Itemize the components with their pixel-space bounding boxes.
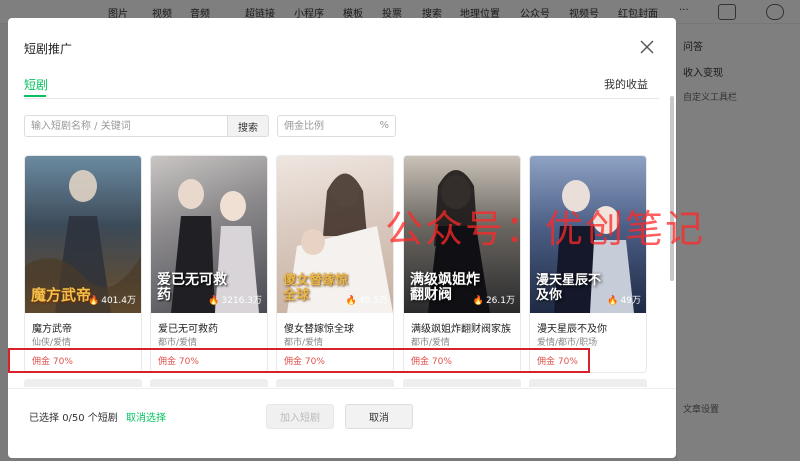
drama-poster: 傻女替嫁惊全球 🔥 49.5万 [277, 156, 393, 313]
next-row-card [529, 379, 647, 387]
drama-genre: 都市/爱情 [411, 338, 451, 348]
selected-count: 0/50 [62, 413, 85, 424]
drama-poster: 魔方武帝 🔥 401.4万 [25, 156, 141, 313]
drama-card[interactable]: 满级飒姐炸翻财阀 🔥 26.1万 满级飒姐炸翻财阀家族 都市/爱情 佣金 70% [403, 155, 521, 373]
tab-active-indicator [24, 95, 46, 97]
views-count: 🔥 26.1万 [472, 296, 515, 306]
footer-divider [8, 388, 676, 389]
tab-drama[interactable]: 短剧 [24, 76, 48, 93]
drama-name: 爱已无可救药 [158, 324, 218, 335]
views-count: 🔥 49万 [607, 296, 641, 306]
drama-card[interactable]: 爱已无可救药 🔥 3216.3万 爱已无可救药 都市/爱情 佣金 70% [150, 155, 268, 373]
cancel-selection-link[interactable]: 取消选择 [126, 409, 166, 424]
drama-card[interactable]: 漫天星辰不及你 🔥 49万 漫天星辰不及你 爱情/都市/职场 佣金 70% [529, 155, 647, 373]
close-icon[interactable] [638, 38, 656, 56]
drama-poster: 爱已无可救药 🔥 3216.3万 [151, 156, 267, 313]
fire-icon: 🔥 [472, 296, 484, 306]
search-input[interactable] [24, 115, 228, 137]
drama-name: 漫天星辰不及你 [537, 324, 607, 335]
fire-icon: 🔥 [607, 296, 619, 306]
drama-card[interactable]: 傻女替嫁惊全球 🔥 49.5万 傻女替嫁惊全球 都市/爱情 佣金 70% [276, 155, 394, 373]
drama-genre: 仙侠/爱情 [32, 338, 72, 348]
drama-name: 魔方武帝 [32, 324, 72, 335]
next-row-card [403, 379, 521, 387]
scrollbar[interactable] [670, 96, 674, 281]
drama-name: 满级飒姐炸翻财阀家族 [411, 324, 511, 335]
drama-genre: 都市/爱情 [284, 338, 324, 348]
dialog-title: 短剧推广 [24, 42, 73, 56]
next-row-card [24, 379, 142, 387]
selection-summary: 已选择 0/50 个短剧 [29, 413, 118, 424]
views-count: 🔥 3216.3万 [208, 296, 262, 306]
join-drama-button[interactable]: 加入短剧 [266, 404, 334, 429]
next-row-card [150, 379, 268, 387]
views-count: 🔥 401.4万 [88, 296, 136, 306]
watermark: 公众号：优创笔记 [385, 207, 706, 251]
percent-sign: % [379, 120, 389, 131]
my-earnings-link[interactable]: 我的收益 [604, 76, 648, 92]
fire-icon: 🔥 [88, 296, 100, 306]
search-button[interactable]: 搜索 [227, 115, 269, 137]
next-row-card [276, 379, 394, 387]
drama-card[interactable]: 魔方武帝 🔥 401.4万 魔方武帝 仙侠/爱情 佣金 70% [24, 155, 142, 373]
poster-title: 漫天星辰不及你 [536, 273, 602, 303]
commission-highlight-box [8, 348, 590, 373]
drama-genre: 爱情/都市/职场 [537, 338, 598, 348]
cancel-button[interactable]: 取消 [345, 404, 413, 429]
fire-icon: 🔥 [345, 296, 357, 306]
commission-input[interactable] [278, 116, 378, 136]
drama-genre: 都市/爱情 [158, 338, 198, 348]
tab-divider [24, 98, 659, 99]
drama-name: 傻女替嫁惊全球 [284, 324, 354, 335]
commission-filter: % [277, 115, 396, 137]
views-count: 🔥 49.5万 [345, 296, 388, 306]
fire-icon: 🔥 [208, 296, 220, 306]
